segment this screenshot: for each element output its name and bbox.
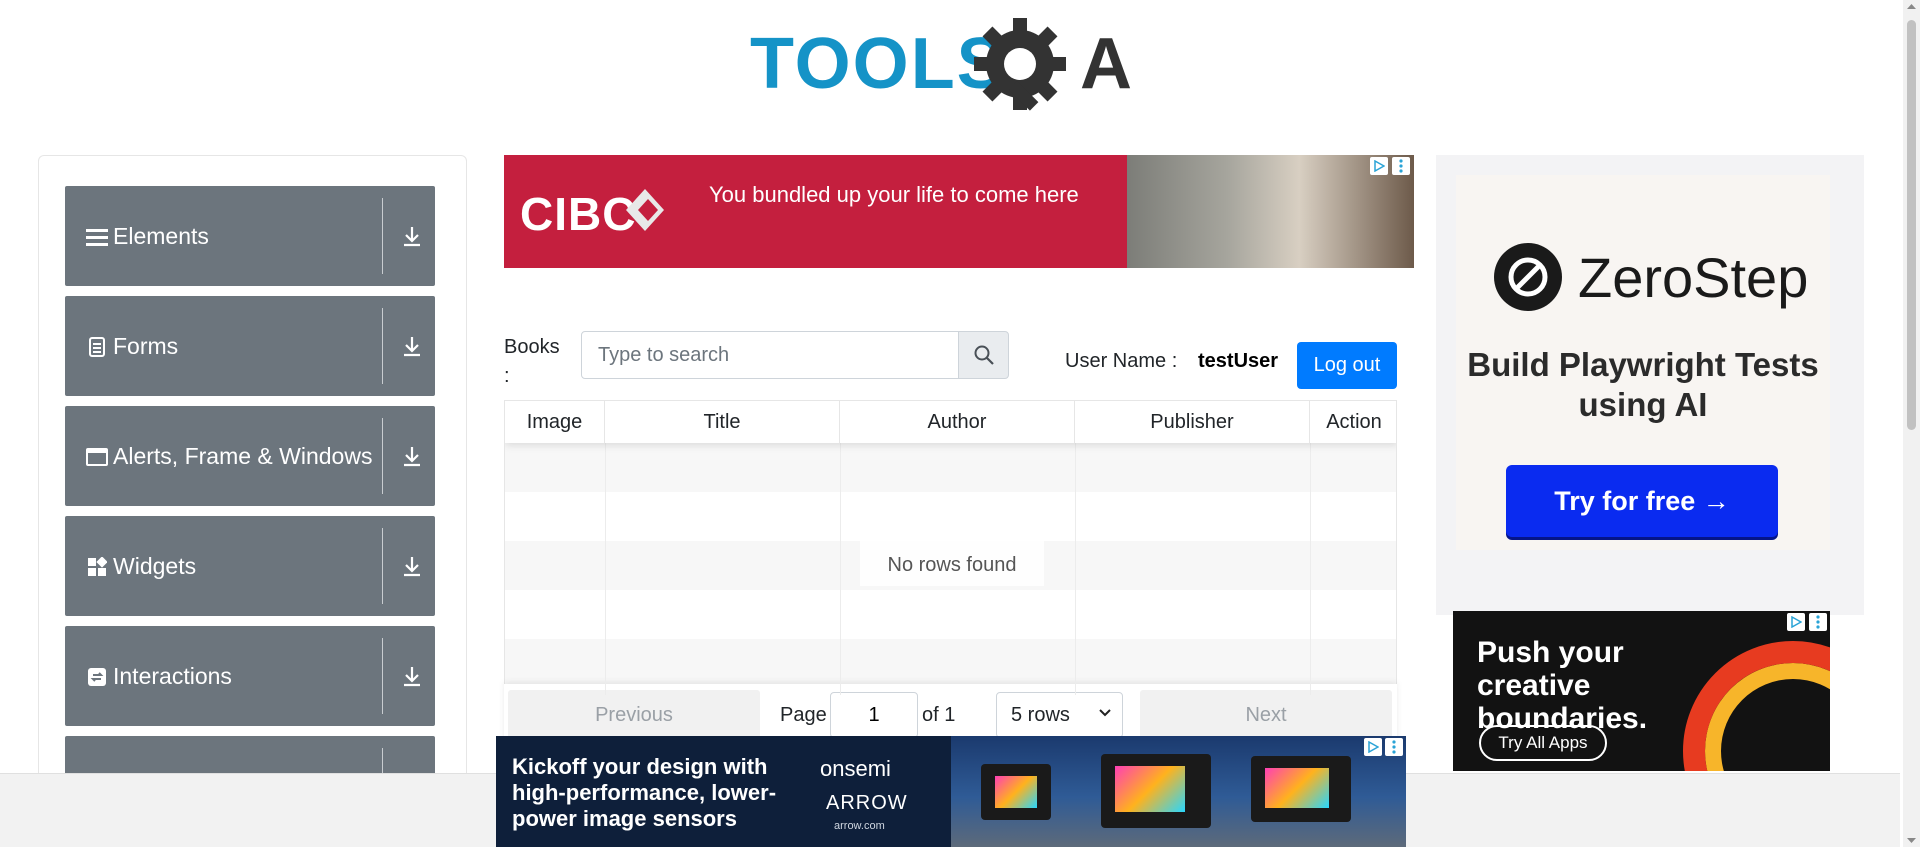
sensor-chip [981, 764, 1051, 820]
table-row [505, 639, 1396, 688]
scrollbar-thumb[interactable] [1907, 20, 1916, 430]
ad-zerostep[interactable]: ZeroStep Build Playwright Tests using AI… [1436, 155, 1864, 615]
ad-brand-url: arrow.com [834, 820, 885, 832]
books-table: Image Title Author Publisher Action No r… [504, 400, 1397, 696]
chevron-down-icon [1099, 709, 1111, 717]
sidebar-group-label: Alerts, Frame & Windows [113, 443, 373, 469]
username-label: User Name : [1065, 350, 1178, 372]
ad-brand: CIBC [520, 188, 637, 240]
ad-card: ZeroStep Build Playwright Tests using AI… [1456, 175, 1830, 550]
no-rows-message: No rows found [860, 536, 1044, 586]
page-scrollbar[interactable] [1903, 0, 1920, 847]
search-button[interactable] [958, 331, 1009, 379]
separator [382, 418, 383, 494]
sidebar-group-elements[interactable]: Elements [65, 186, 435, 286]
sidebar-group-label: Interactions [113, 663, 232, 689]
sidebar: Elements Forms Alerts, Frame & Windows W… [38, 155, 467, 795]
adchoices-icon[interactable] [1370, 157, 1388, 175]
separator [382, 198, 383, 274]
logout-button[interactable]: Log out [1297, 342, 1397, 389]
hamburger-icon [86, 226, 108, 248]
separator [382, 638, 383, 714]
ad-tagline: You bundled up your life to come here [709, 182, 1079, 207]
sidebar-group-label: Elements [113, 223, 209, 249]
column-divider [1075, 401, 1076, 695]
column-header-title[interactable]: Title [605, 401, 840, 443]
previous-button[interactable]: Previous [508, 690, 760, 740]
download-arrow-icon[interactable] [400, 224, 424, 248]
page-label: Page [780, 704, 827, 726]
search-icon [974, 345, 994, 365]
page: TOOLS A Elements Forms Alerts, Frame & W… [0, 0, 1920, 847]
scroll-up-arrow-icon[interactable] [1903, 0, 1920, 14]
column-header-action[interactable]: Action [1310, 401, 1396, 443]
download-arrow-icon[interactable] [400, 334, 424, 358]
ad-menu-icon[interactable] [1809, 613, 1827, 631]
widgets-icon [86, 556, 108, 578]
sensor-chip [1251, 756, 1351, 822]
pagination: Previous Page of 1 5 rows Next [504, 684, 1397, 744]
adchoices-icon[interactable] [1364, 738, 1382, 756]
ad-brand-arrow: ARROW [826, 792, 908, 814]
adchoices-icon[interactable] [1787, 613, 1805, 631]
download-arrow-icon[interactable] [400, 444, 424, 468]
sidebar-group-interactions[interactable]: Interactions [65, 626, 435, 726]
ad-brand: ZeroStep [1578, 246, 1809, 309]
scroll-down-arrow-icon[interactable] [1903, 833, 1920, 847]
ad-brand-onsemi: onsemi [820, 756, 891, 781]
column-header-author[interactable]: Author [840, 401, 1075, 443]
window-icon [86, 446, 108, 468]
separator [382, 528, 383, 604]
ad-creative[interactable]: Push your creative boundaries. Try All A… [1453, 611, 1830, 771]
interactions-icon [86, 666, 108, 688]
sidebar-group-widgets[interactable]: Widgets [65, 516, 435, 616]
logo-graphic: TOOLS A [750, 18, 1132, 111]
gear-icon [974, 18, 1066, 111]
download-arrow-icon[interactable] [400, 664, 424, 688]
zerostep-logo-icon [1494, 243, 1562, 311]
page-total: of 1 [922, 704, 956, 726]
rows-per-page-select[interactable]: 5 rows [996, 692, 1123, 738]
table-header: Image Title Author Publisher Action [505, 401, 1396, 443]
table-row [505, 443, 1396, 492]
ad-chip-image [951, 736, 1406, 847]
table-row [505, 492, 1396, 541]
sidebar-group-forms[interactable]: Forms [65, 296, 435, 396]
toolsqa-logo[interactable]: TOOLS A [750, 18, 1156, 114]
ad-menu-icon[interactable] [1392, 157, 1410, 175]
column-divider [605, 401, 606, 695]
document-icon [86, 336, 108, 358]
ad-menu-icon[interactable] [1385, 738, 1403, 756]
column-divider [840, 401, 841, 695]
separator [382, 308, 383, 384]
ad-headline: Push your creative boundaries. [1477, 636, 1648, 735]
ad-onsemi[interactable]: Kickoff your design with high-performanc… [496, 736, 1406, 847]
sensor-chip [1101, 754, 1211, 828]
column-divider [1310, 401, 1311, 695]
ad-banner-cibc[interactable]: CIBC You bundled up your life to come he… [504, 155, 1414, 268]
sidebar-group-label: Widgets [113, 553, 197, 579]
search-input[interactable] [581, 331, 959, 379]
table-row [505, 590, 1396, 639]
page-number-input[interactable] [830, 692, 918, 738]
try-all-apps-button[interactable]: Try All Apps [1479, 725, 1607, 761]
column-header-publisher[interactable]: Publisher [1075, 401, 1310, 443]
column-header-image[interactable]: Image [505, 401, 605, 443]
sidebar-group-alerts[interactable]: Alerts, Frame & Windows [65, 406, 435, 506]
download-arrow-icon[interactable] [400, 554, 424, 578]
next-button[interactable]: Next [1140, 690, 1392, 740]
ad-headline: Build Playwright Tests using AI [1467, 346, 1819, 423]
search-box [581, 331, 1009, 379]
rows-per-page-value: 5 rows [1011, 704, 1070, 726]
sidebar-group-label: Forms [113, 333, 179, 359]
logo-text-a: A [1080, 24, 1132, 104]
try-for-free-button[interactable]: Try for free → [1506, 465, 1778, 537]
username-value: testUser [1198, 350, 1279, 372]
cibc-diamond-icon [622, 185, 668, 240]
books-label: Books : [504, 336, 560, 387]
ad-copy: Kickoff your design with high-performanc… [512, 754, 777, 831]
logo-text-tools: TOOLS [750, 24, 1007, 104]
